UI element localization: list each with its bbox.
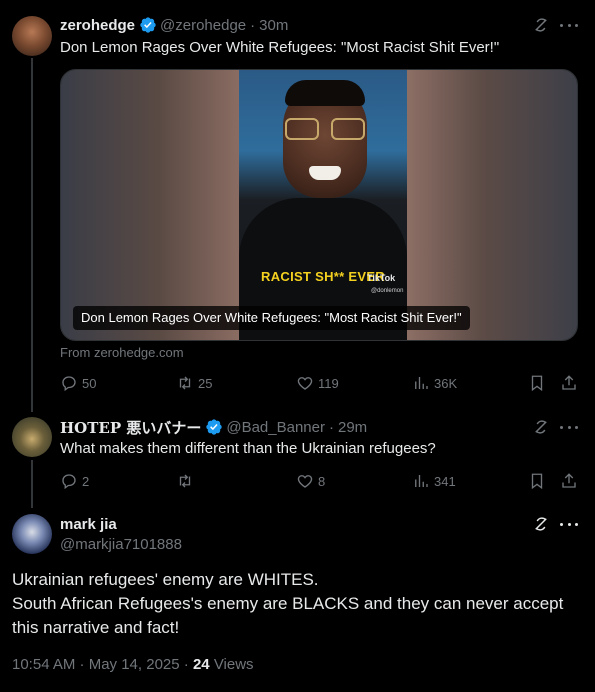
- author-handle-row: @markjia7101888: [60, 534, 182, 554]
- heart-icon: [297, 377, 313, 390]
- views-count: 36K: [434, 375, 458, 391]
- tiktok-watermark: TikTok: [367, 273, 396, 283]
- reply-button[interactable]: 50: [60, 373, 96, 393]
- like-count: 119: [318, 375, 339, 391]
- author-handle[interactable]: @markjia7101888: [60, 536, 182, 553]
- post-timestamp[interactable]: 10:54 AM · May 14, 2025: [12, 656, 180, 673]
- views-count: 24: [192, 656, 210, 673]
- reply-icon: [62, 474, 76, 490]
- repost-count: 25: [198, 375, 213, 391]
- separator-dot: ·: [183, 656, 189, 673]
- post-time[interactable]: 29m: [338, 419, 367, 436]
- post-time[interactable]: 30m: [259, 17, 288, 34]
- verified-badge-icon: [140, 17, 156, 33]
- reply-count: 50: [82, 375, 97, 391]
- share-icon[interactable]: [560, 472, 578, 490]
- video-blur-left: [61, 70, 239, 340]
- repost-icon: [179, 474, 191, 488]
- grok-icon[interactable]: [532, 515, 550, 533]
- video-thumbnail: RACIST SH** EVER TikTok @donlemon: [239, 70, 407, 340]
- card-source[interactable]: From zerohedge.com: [60, 345, 184, 360]
- video-blur-right: [405, 70, 577, 340]
- share-icon[interactable]: [560, 374, 578, 392]
- views-label: Views: [213, 656, 254, 673]
- thread-line: [31, 58, 33, 412]
- post-text: Don Lemon Rages Over White Refugees: "Mo…: [60, 39, 500, 56]
- repost-button[interactable]: [176, 471, 198, 491]
- more-options-icon[interactable]: [560, 515, 578, 533]
- avatar[interactable]: [12, 16, 52, 56]
- author-name[interactable]: HOTEP 悪いバナー: [60, 417, 201, 438]
- views-icon: [415, 475, 428, 487]
- reply-button[interactable]: 2: [60, 471, 89, 491]
- avatar[interactable]: [12, 514, 52, 554]
- more-options-icon[interactable]: [560, 418, 578, 436]
- post-text: Ukrainian refugees' enemy are WHITES. So…: [12, 568, 587, 640]
- reply-count: 2: [82, 473, 90, 489]
- reply-icon: [62, 376, 76, 392]
- grok-icon[interactable]: [532, 418, 550, 436]
- bookmark-icon[interactable]: [528, 472, 546, 490]
- verified-badge-icon: [206, 419, 223, 435]
- post-text-line: this narrative and fact!: [12, 618, 180, 637]
- post-meta: 10:54 AM · May 14, 2025 · 24 Views: [12, 656, 254, 673]
- author-name[interactable]: zerohedge: [60, 17, 135, 34]
- tiktok-handle: @donlemon: [371, 288, 404, 294]
- post-text: What makes them different than the Ukrai…: [60, 440, 436, 457]
- like-count: 8: [318, 473, 326, 489]
- author-handle[interactable]: @Bad_Banner: [226, 419, 325, 436]
- like-button[interactable]: 119: [296, 373, 339, 393]
- bookmark-icon[interactable]: [528, 374, 546, 392]
- card-caption: Don Lemon Rages Over White Refugees: "Mo…: [73, 306, 470, 330]
- post-header: HOTEP 悪いバナー @Bad_Banner · 29m: [60, 417, 367, 437]
- post-header: zerohedge @zerohedge · 30m: [60, 15, 288, 35]
- author-name[interactable]: mark jia: [60, 516, 117, 533]
- views-icon: [415, 377, 428, 389]
- views-count: 341: [434, 473, 456, 489]
- link-card[interactable]: RACIST SH** EVER TikTok @donlemon Don Le…: [60, 69, 578, 341]
- more-options-icon[interactable]: [560, 16, 578, 34]
- repost-icon: [179, 376, 191, 390]
- grok-icon[interactable]: [532, 16, 550, 34]
- views-button[interactable]: 341: [412, 471, 456, 491]
- thread-line: [31, 460, 33, 508]
- separator-dot: ·: [250, 16, 256, 34]
- avatar[interactable]: [12, 417, 52, 457]
- views-button[interactable]: 36K: [412, 373, 457, 393]
- heart-icon: [297, 475, 313, 488]
- post-header: mark jia: [60, 514, 117, 534]
- repost-button[interactable]: 25: [176, 373, 212, 393]
- like-button[interactable]: 8: [296, 471, 325, 491]
- author-handle[interactable]: @zerohedge: [160, 17, 246, 34]
- separator-dot: ·: [328, 418, 334, 436]
- post-text-line: Ukrainian refugees' enemy are WHITES.: [12, 570, 319, 589]
- post-text-line: South African Refugees's enemy are BLACK…: [12, 594, 564, 613]
